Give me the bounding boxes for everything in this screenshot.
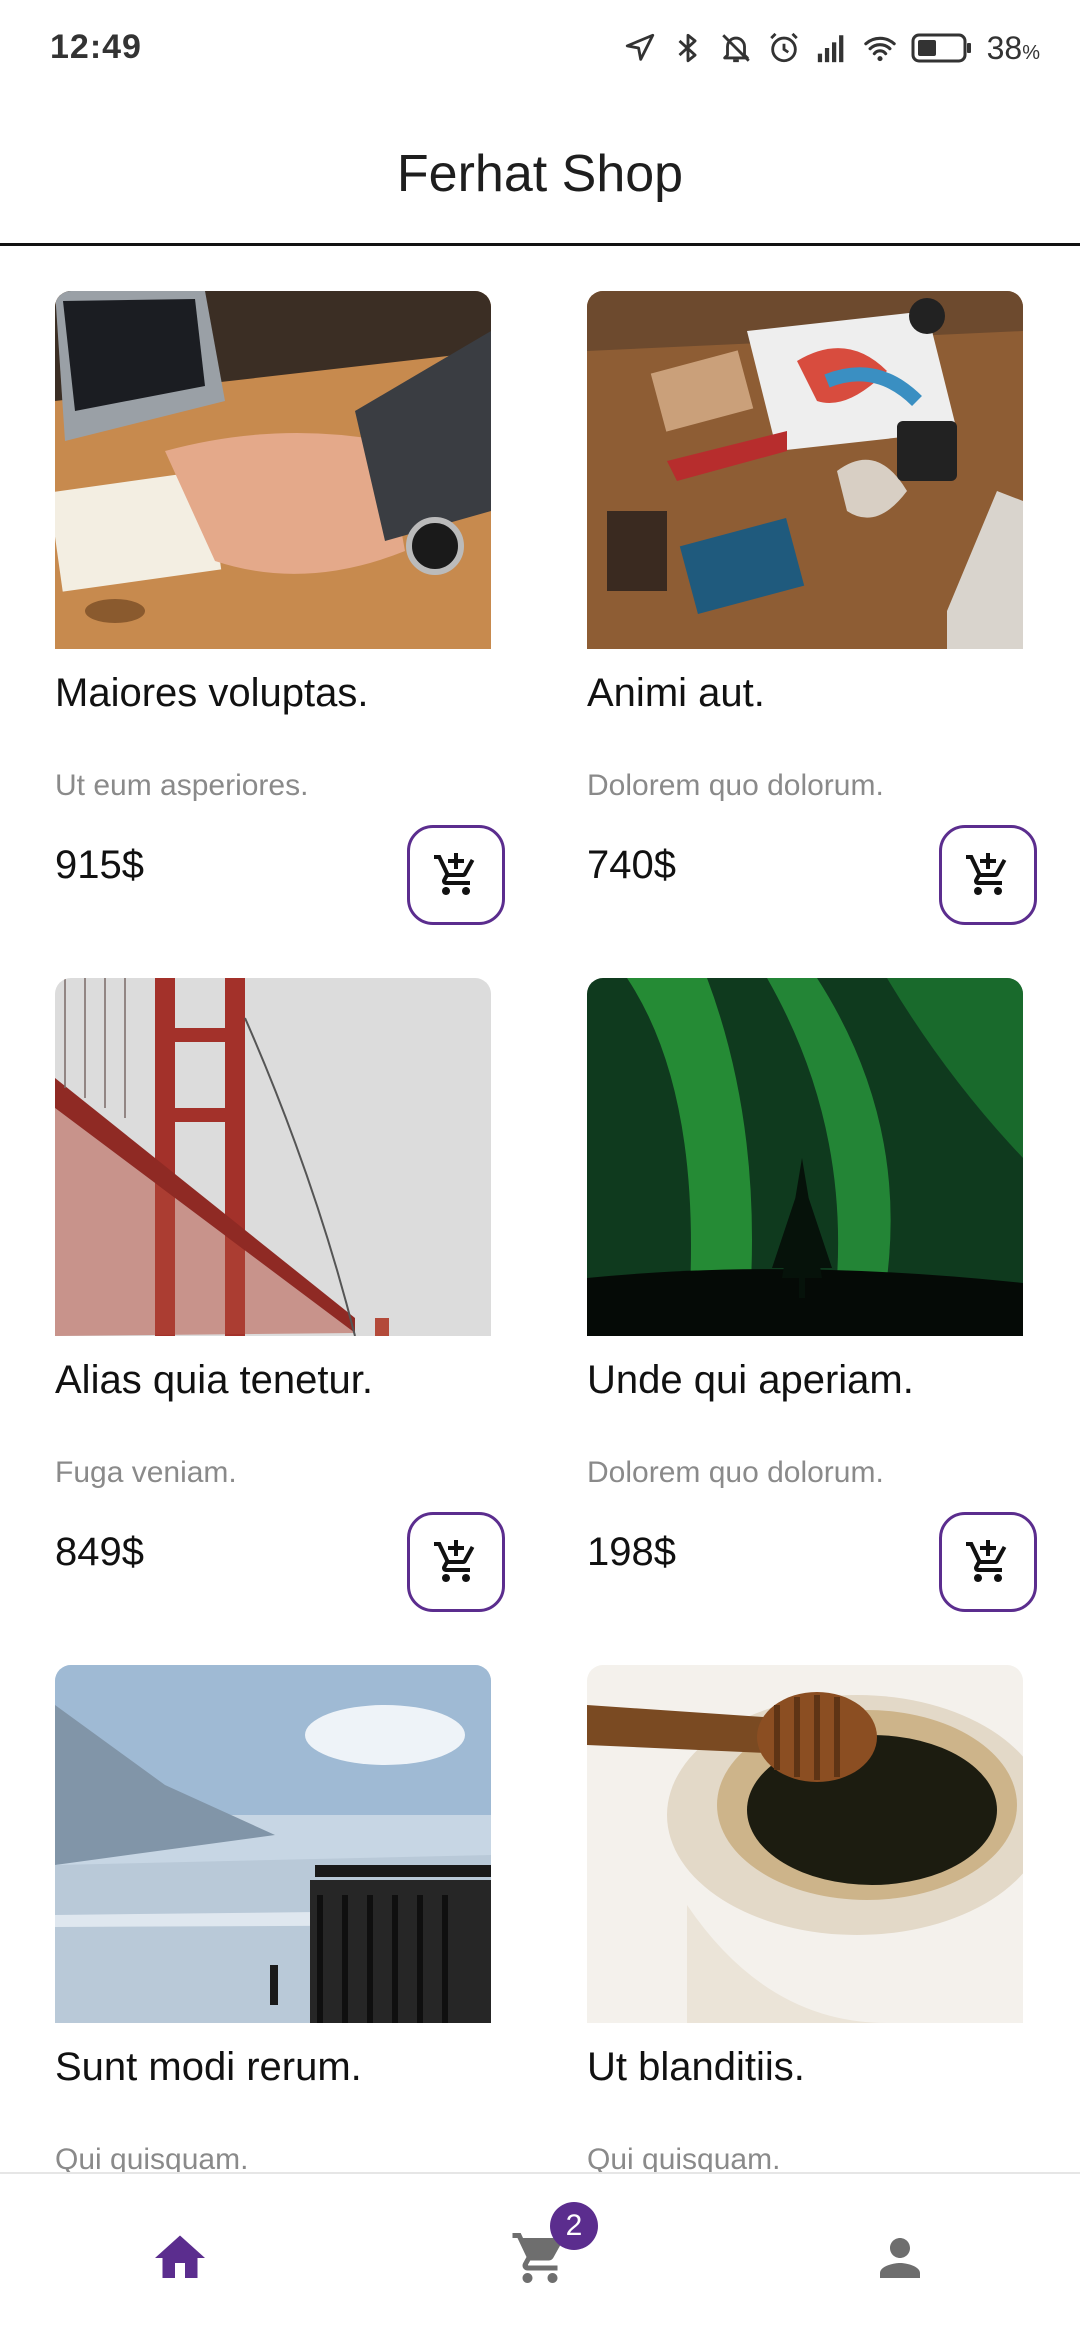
product-price: 740$	[587, 843, 676, 887]
nav-home[interactable]	[0, 2174, 360, 2340]
mute-icon	[721, 34, 750, 63]
location-icon	[625, 33, 654, 61]
product-card[interactable]: Unde qui aperiam. Dolorem quo dolorum. 1…	[587, 978, 1080, 1618]
add-shopping-cart-icon	[966, 1540, 1007, 1582]
product-title: Animi aut.	[587, 671, 765, 715]
product-card[interactable]: Animi aut. Dolorem quo dolorum. 740$	[587, 291, 1080, 931]
product-subtitle: Qui quisquam.	[587, 2143, 781, 2172]
status-icons: 38%	[623, 28, 1040, 68]
product-title: Maiores voluptas.	[55, 671, 369, 715]
status-bar: 12:49 38%	[0, 0, 1080, 96]
product-image[interactable]	[587, 1665, 1023, 2023]
add-shopping-cart-icon	[434, 1540, 475, 1582]
product-subtitle: Dolorem quo dolorum.	[587, 1456, 884, 1489]
product-image[interactable]	[55, 1665, 491, 2023]
product-image[interactable]	[587, 291, 1023, 649]
product-price: 849$	[55, 1530, 144, 1574]
product-card[interactable]: Maiores voluptas. Ut eum asperiores. 915…	[55, 291, 575, 931]
product-card[interactable]: Sunt modi rerum. Qui quisquam.	[55, 1665, 575, 2172]
battery-percentage: 38%	[986, 29, 1040, 66]
cart-badge: 2	[550, 2202, 598, 2250]
status-time: 12:49	[50, 28, 142, 66]
page-title: Ferhat Shop	[396, 145, 684, 203]
product-card[interactable]: Alias quia tenetur. Fuga veniam. 849$	[55, 978, 575, 1618]
product-title: Unde qui aperiam.	[587, 1358, 914, 1402]
person-icon	[880, 2238, 920, 2278]
add-to-cart-button[interactable]	[407, 1512, 505, 1612]
product-title: Sunt modi rerum.	[55, 2045, 362, 2089]
product-price: 915$	[55, 843, 144, 887]
product-grid[interactable]: Maiores voluptas. Ut eum asperiores. 915…	[0, 249, 1080, 2172]
product-subtitle: Dolorem quo dolorum.	[587, 769, 884, 802]
product-title: Alias quia tenetur.	[55, 1358, 373, 1402]
product-title: Ut blanditiis.	[587, 2045, 805, 2089]
product-subtitle: Ut eum asperiores.	[55, 769, 309, 802]
home-icon	[155, 2235, 205, 2278]
product-price: 198$	[587, 1530, 676, 1574]
add-to-cart-button[interactable]	[939, 825, 1037, 925]
product-subtitle: Fuga veniam.	[55, 1456, 237, 1489]
nav-cart[interactable]: 2	[360, 2174, 720, 2340]
add-shopping-cart-icon	[434, 853, 475, 895]
add-to-cart-button[interactable]	[407, 825, 505, 925]
battery-icon	[911, 33, 971, 63]
wifi-icon	[863, 36, 896, 62]
add-to-cart-button[interactable]	[939, 1512, 1037, 1612]
bottom-navigation: 2	[0, 2172, 1080, 2340]
app-bar: Ferhat Shop	[0, 96, 1080, 246]
product-image[interactable]	[587, 978, 1023, 1336]
add-shopping-cart-icon	[966, 853, 1007, 895]
alarm-icon	[769, 32, 798, 63]
bluetooth-icon	[678, 33, 697, 63]
signal-icon	[817, 35, 843, 63]
product-subtitle: Qui quisquam.	[55, 2143, 249, 2172]
product-image[interactable]	[55, 978, 491, 1336]
product-image[interactable]	[55, 291, 491, 649]
product-card[interactable]: Ut blanditiis. Qui quisquam.	[587, 1665, 1080, 2172]
nav-profile[interactable]	[720, 2174, 1080, 2340]
